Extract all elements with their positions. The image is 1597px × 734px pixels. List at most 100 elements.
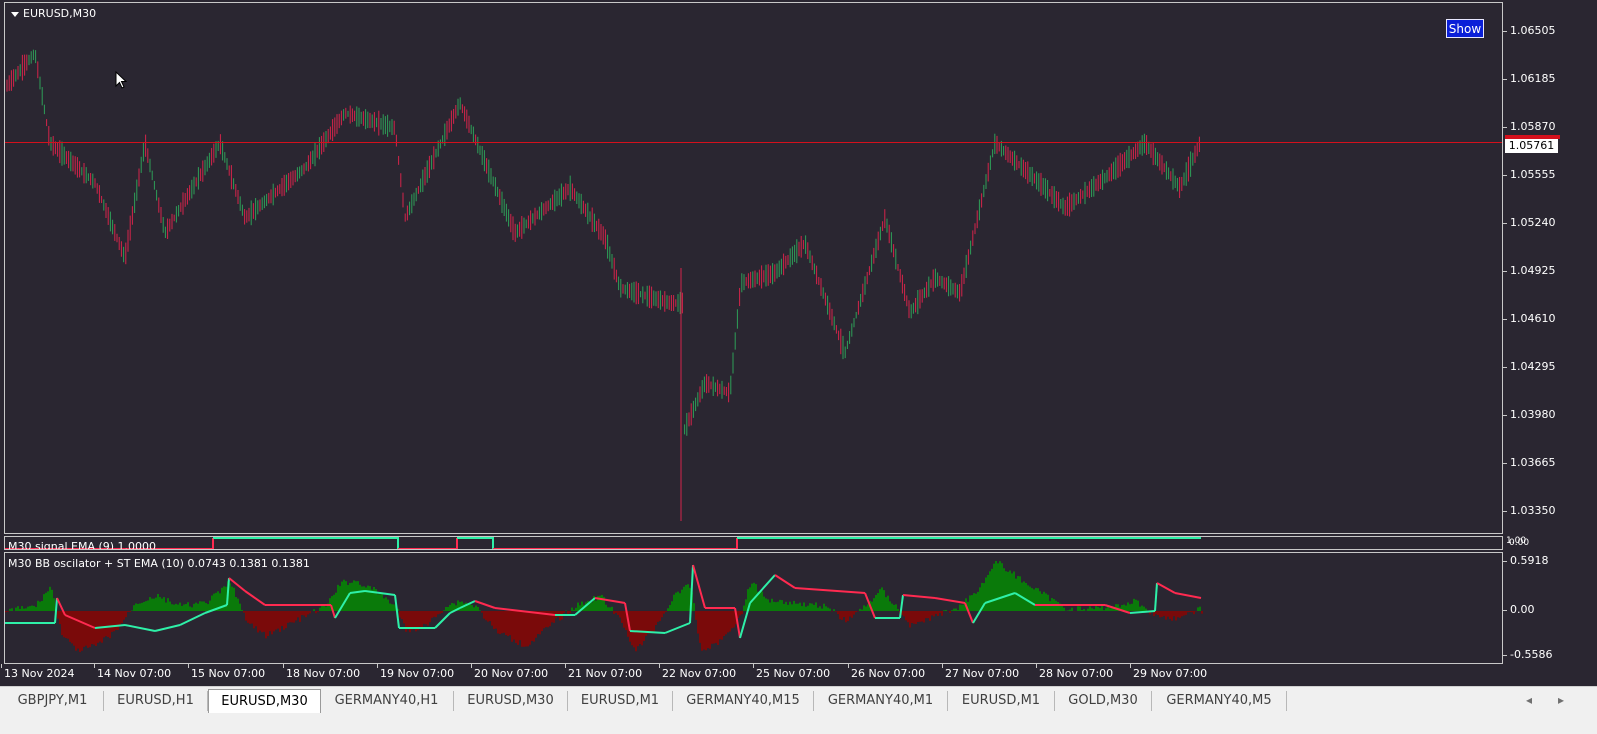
oscillator-bar [515,611,517,643]
oscillator-bar [519,611,521,641]
oscillator-bar [1097,606,1099,611]
oscillator-bar [1145,608,1147,611]
oscillator-bar [591,602,593,611]
oscillator-bar [1173,611,1175,617]
oscillator-bar [213,593,215,611]
oscillator-bar [429,611,431,623]
st-ema-segment [1156,582,1176,594]
chart-tab[interactable]: GBPJPY,M1 [2,691,104,711]
oscillator-bar [165,602,167,611]
oscillator-bar [335,592,337,611]
chart-tab[interactable]: EURUSD,H1 [104,691,208,711]
oscillator-bar [683,586,685,611]
oscillator-bar [1099,608,1101,611]
oscillator-bar [471,605,473,611]
time-tick: 28 Nov 07:00 [1035,664,1114,680]
price-axis[interactable]: 1.06505 1.06185 1.05870 1.05555 1.05240 1.049… [1503,2,1597,534]
oscillator-bar [993,563,995,611]
oscillator-bar [267,611,269,637]
chevron-left-icon[interactable]: ◂ [1526,693,1532,707]
oscillator-bar [1025,582,1027,611]
oscillator-bar [911,611,913,624]
oscillator-bar [637,611,639,647]
oscillator-bar [175,603,177,611]
oscillator-bar [673,594,675,611]
oscillator-bar [1069,609,1071,611]
oscillator-bar [269,611,271,632]
oscillator-bar [851,611,853,618]
oscillator-bar [299,611,301,622]
oscillator-bar [43,594,45,611]
oscillator-bar [117,611,119,631]
oscillator-bar [999,561,1001,611]
oscillator-bar [529,611,531,645]
oscillator-bar [393,604,395,611]
chart-tab[interactable]: EURUSD,M1 [568,691,673,711]
oscillator-bar [363,586,365,611]
oscillator-bar [703,611,705,650]
oscillator-bar [631,611,633,646]
current-price-label: 1.05761 [1505,139,1558,153]
oscillator-bar [73,611,75,646]
oscillator-bar [291,611,293,623]
oscillator-bar [419,611,421,627]
st-ema-segment [179,612,206,626]
oscillator-bar [679,593,681,611]
oscillator-bar [897,609,899,611]
st-ema-segment [154,624,181,632]
oscillator-bar [135,603,137,611]
price-pane[interactable]: EURUSD,M30 Show [4,2,1503,534]
oscillator-bar [959,604,961,611]
oscillator-bar [793,600,795,611]
oscillator-bar [695,611,697,620]
st-ema-segment [1129,610,1156,614]
show-button[interactable]: Show [1446,19,1484,38]
ema-signal-pane[interactable]: M30 signal EMA (9) 1.0000 [4,536,1503,550]
oscillator-bar [209,600,211,611]
oscillator-bar [59,611,61,625]
oscillator-bar [119,611,121,626]
oscillator-bar [799,602,801,611]
chart-tab[interactable]: EURUSD,M30 [454,691,568,711]
oscillator-bar [1087,608,1089,611]
chart-tab[interactable]: GERMANY40,M15 [673,691,814,711]
oscillator-bar [979,587,981,611]
oscillator-bar [173,604,175,611]
oscillator-bar [1159,611,1161,618]
oscillator-bar [633,611,635,648]
oscillator-bar [1201,611,1203,614]
oscillator-bar [351,582,353,611]
oscillator-bar [891,603,893,611]
oscillator-bar [373,587,375,611]
oscillator-bar [1067,610,1069,611]
oscillator-bar [711,611,713,644]
chart-window[interactable]: EURUSD,M30 Show M30 signal EMA (9) 1.000… [0,0,1597,686]
oscillator-bar [439,611,441,614]
symbol-label[interactable]: EURUSD,M30 [11,7,96,20]
ema-signal-segment [398,538,458,549]
oscillator-bar [647,611,649,634]
oscillator-bar [781,600,783,611]
oscillator-bar [293,611,295,623]
oscillator-bar [75,611,77,651]
oscillator-bar [391,604,393,611]
oscillator-axis: 0.5918 0.00 -0.5586 [1503,552,1597,664]
chart-tab[interactable]: GERMANY40,M5 [1152,691,1287,711]
oscillator-bar [791,604,793,611]
oscillator-bar [859,608,861,611]
oscillator-bar [915,611,917,625]
oscillator-bar [881,587,883,611]
chart-tab[interactable]: GERMANY40,H1 [320,691,454,711]
bb-oscillator-pane[interactable]: M30 BB oscilator + ST EMA (10) 0.0743 0.… [4,552,1503,664]
oscillator-bar [53,598,55,611]
oscillator-bar [707,611,709,649]
oscillator-bar [1027,585,1029,611]
oscillator-bar [155,597,157,611]
oscillator-bar [179,602,181,611]
chart-tab[interactable]: EURUSD,M30 [208,689,321,713]
chart-tab[interactable]: GOLD,M30 [1055,691,1152,711]
chart-tab[interactable]: EURUSD,M1 [948,691,1055,711]
oscillator-bar [1107,606,1109,611]
chevron-right-icon[interactable]: ▸ [1558,693,1564,707]
chart-tab[interactable]: GERMANY40,M1 [814,691,948,711]
